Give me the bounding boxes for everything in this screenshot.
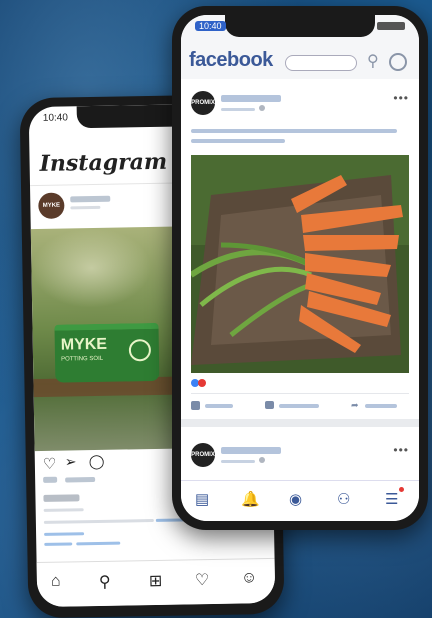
- share-label-placeholder: [365, 404, 397, 408]
- wifi-battery-icons: [377, 22, 405, 30]
- avatar[interactable]: PROMIX: [191, 443, 215, 467]
- facebook-screen: 10:40 facebook ⚲ PROMIX ••• ➦ PROMIX •••…: [181, 15, 419, 521]
- search-input[interactable]: [285, 55, 357, 71]
- post-separator: [181, 419, 419, 427]
- comment-label-placeholder: [279, 404, 319, 408]
- friends-icon[interactable]: ⚇: [337, 490, 350, 508]
- like-label-placeholder: [205, 404, 233, 408]
- status-time: 10:40: [42, 112, 68, 124]
- comment-button[interactable]: [265, 401, 325, 411]
- timestamp-placeholder: [221, 108, 255, 111]
- caption-placeholder: [43, 508, 84, 512]
- groups-icon[interactable]: ◉: [289, 490, 302, 508]
- caption-line: [43, 518, 154, 524]
- status-time: 10:40: [195, 21, 226, 31]
- post-image: [191, 155, 409, 373]
- facebook-phone: 10:40 facebook ⚲ PROMIX ••• ➦ PROMIX •••…: [172, 6, 428, 530]
- phone-notch: [225, 15, 375, 37]
- facebook-bottom-nav: ▤ 🔔 ◉ ⚇ ☰: [181, 480, 419, 521]
- page-name-placeholder: [221, 447, 281, 454]
- messenger-icon[interactable]: [389, 53, 407, 71]
- avatar[interactable]: PROMIX: [191, 91, 215, 115]
- globe-icon: [259, 105, 265, 111]
- share-icon: ➦: [351, 400, 359, 410]
- product-brand: MYKE: [60, 335, 108, 354]
- divider: [191, 393, 409, 394]
- heart-icon[interactable]: ♡: [195, 570, 210, 590]
- notifications-icon[interactable]: 🔔: [241, 490, 260, 508]
- add-post-icon[interactable]: ⊞: [149, 571, 163, 591]
- facebook-logo: facebook: [189, 49, 273, 71]
- more-options-icon[interactable]: •••: [393, 91, 409, 105]
- more-options-icon[interactable]: •••: [393, 443, 409, 457]
- caption-user-placeholder: [43, 494, 80, 502]
- hashtag-placeholder: [76, 541, 121, 546]
- timestamp-placeholder: [221, 460, 255, 463]
- hashtag-placeholder: [44, 532, 85, 536]
- globe-icon: [259, 457, 265, 463]
- page-name-placeholder: [221, 95, 281, 102]
- home-icon[interactable]: ⌂: [51, 573, 61, 591]
- heart-icon[interactable]: ♡: [43, 455, 57, 473]
- instagram-logo: Instagram: [39, 148, 168, 177]
- hashtag-placeholder: [44, 542, 73, 546]
- username-placeholder: [70, 195, 111, 203]
- like-icon: [191, 401, 200, 410]
- search-icon[interactable]: ⚲: [99, 572, 111, 592]
- avatar[interactable]: MYKE: [38, 192, 65, 219]
- comment-icon: [265, 401, 274, 409]
- likes-avatars: [43, 476, 58, 483]
- profile-icon[interactable]: ☺: [241, 569, 258, 587]
- leaf-icon: [128, 339, 152, 362]
- menu-icon[interactable]: ☰: [385, 490, 398, 508]
- like-button[interactable]: [191, 401, 237, 411]
- likes-placeholder: [65, 477, 96, 483]
- location-placeholder: [70, 205, 101, 210]
- product-subtitle: POTTING SOIL: [60, 355, 104, 363]
- post-text-placeholder: [191, 129, 397, 133]
- reactions-icons: [191, 379, 211, 387]
- post-text-placeholder: [191, 139, 285, 143]
- instagram-bottom-nav: ⌂ ⚲ ⊞ ♡ ☺: [36, 557, 276, 608]
- notification-dot: [399, 487, 404, 492]
- share-button[interactable]: ➦: [351, 401, 401, 411]
- comment-icon[interactable]: ◯: [89, 453, 105, 470]
- product-tub: MYKE POTTING SOIL: [54, 322, 160, 383]
- search-icon[interactable]: ⚲: [367, 51, 379, 71]
- news-feed-icon[interactable]: ▤: [195, 490, 209, 508]
- send-icon[interactable]: ➢: [65, 453, 77, 470]
